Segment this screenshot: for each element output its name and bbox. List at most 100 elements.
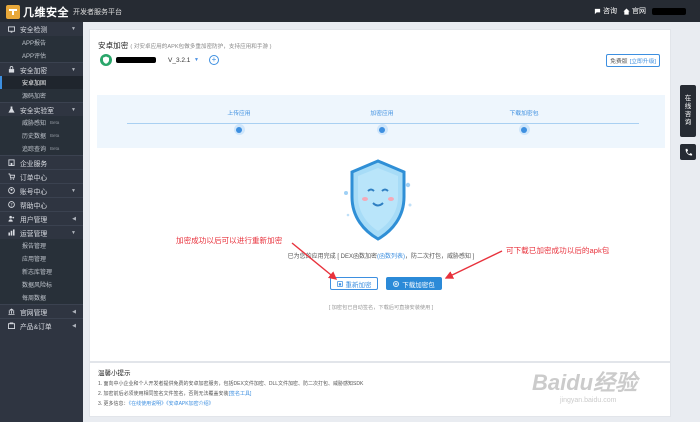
step-upload: 上传应用 bbox=[209, 108, 269, 135]
app-name-redacted bbox=[116, 57, 156, 63]
sidebar-sub-trace[interactable]: 追踪查询 Beta bbox=[0, 142, 83, 155]
chat-icon bbox=[594, 8, 601, 14]
beta-badge: Beta bbox=[50, 146, 60, 151]
sidebar-item-label: 官网管理 bbox=[20, 309, 48, 317]
sidebar-item-site-mgmt[interactable]: 官网管理 ◀ bbox=[0, 304, 83, 318]
add-app-button[interactable]: + bbox=[209, 55, 219, 65]
sidebar-item-account[interactable]: 账号中心 ▼ bbox=[0, 183, 83, 197]
sidebar-sub-history[interactable]: 历史数据 Beta bbox=[0, 129, 83, 142]
sidebar-item-label: 安全加密 bbox=[20, 67, 48, 75]
sub-label: 应用管理 bbox=[22, 257, 47, 263]
brand-logo-icon bbox=[6, 5, 20, 19]
sub-label: 威胁感知 bbox=[22, 121, 47, 127]
sidebar-sub-report-mgmt[interactable]: 报告管理 bbox=[0, 239, 83, 252]
username-redacted[interactable] bbox=[652, 7, 686, 15]
sidebar-sub-android-harden[interactable]: 安卓加固 bbox=[0, 76, 83, 89]
chevron-left-icon: ◀ bbox=[72, 216, 76, 222]
sidebar-item-label: 帮助中心 bbox=[20, 202, 48, 210]
product-icon bbox=[8, 322, 15, 329]
sidebar-item-security-lab[interactable]: 安全实验室 ▼ bbox=[0, 102, 83, 116]
annotation-right: 可下载已加密成功以后的apk包 bbox=[506, 246, 610, 255]
sign-tool-link[interactable]: [签名工具] bbox=[229, 391, 252, 397]
tips-line-2-text: 2. 加密前后必须使用相同签名文件签名，否则无法覆盖安装 bbox=[98, 391, 229, 397]
sidebar-sub-threat[interactable]: 威胁感知 Beta bbox=[0, 116, 83, 129]
step-download: 下载加密包 bbox=[494, 108, 554, 135]
shield-mascot-icon bbox=[344, 159, 412, 241]
sidebar-item-label: 账号中心 bbox=[20, 188, 48, 196]
brand[interactable]: 几维安全 开发者服务平台 bbox=[6, 4, 122, 20]
main-panel: 安卓加密( 对安卓应用的APK包做多重加密防护，支持应用和手游 ) V_3.2.… bbox=[89, 29, 671, 362]
sidebar: 安全检测 ▼ APP报告 APP评估 安全加密 ▼ 安卓加固 源码加密 安全实验… bbox=[0, 22, 83, 422]
sidebar-item-product-orders[interactable]: 产品&订单 ◀ bbox=[0, 318, 83, 332]
sub-label: 每周数据 bbox=[22, 296, 47, 302]
sub-label: 安卓加固 bbox=[22, 81, 47, 87]
sub-label: APP评估 bbox=[22, 54, 47, 60]
sub-label: 新志库管理 bbox=[22, 270, 53, 276]
app-selector[interactable] bbox=[100, 54, 156, 66]
sidebar-item-security-check[interactable]: 安全检测 ▼ bbox=[0, 22, 83, 36]
sidebar-item-ops[interactable]: 运营管理 ▼ bbox=[0, 225, 83, 239]
consult-label: 咨询 bbox=[603, 8, 617, 15]
apk-encrypt-intro-link[interactable]: 《安卓APK加密介绍》 bbox=[166, 401, 214, 407]
page-title: 安卓加密( 对安卓应用的APK包做多重加密防护，支持应用和手游 ) bbox=[98, 40, 271, 51]
sidebar-item-label: 产品&订单 bbox=[20, 323, 52, 331]
step-label: 上传应用 bbox=[227, 111, 251, 117]
sub-label: 追踪查询 bbox=[22, 147, 47, 153]
annotation-left: 加密成功以后可以进行重新加密 bbox=[176, 236, 283, 245]
sidebar-sub-app-mgmt[interactable]: 应用管理 bbox=[0, 252, 83, 265]
page-title-text: 安卓加密 bbox=[98, 41, 129, 50]
sidebar-item-help[interactable]: ? 帮助中心 bbox=[0, 197, 83, 211]
step-encrypt: 加密应用 bbox=[352, 108, 412, 135]
ops-icon bbox=[8, 229, 15, 236]
home-link[interactable]: 官网 bbox=[623, 6, 646, 16]
beta-badge: Beta bbox=[50, 133, 60, 138]
function-list-link[interactable]: (函数列表) bbox=[377, 254, 405, 260]
chevron-down-icon[interactable]: ▼ bbox=[194, 57, 199, 63]
app-shield-icon bbox=[100, 54, 112, 66]
step-dot bbox=[376, 124, 388, 135]
sidebar-item-orders[interactable]: 订单中心 bbox=[0, 169, 83, 183]
sidebar-sub-log-mgmt[interactable]: 新志库管理 bbox=[0, 265, 83, 278]
tips-line-3-text: 3. 更多信息： bbox=[98, 401, 129, 407]
top-bar: 几维安全 开发者服务平台 咨询 官网 bbox=[0, 0, 700, 22]
phone-icon bbox=[685, 148, 692, 156]
upgrade-link[interactable]: [立即升级] bbox=[630, 56, 656, 65]
enterprise-icon bbox=[8, 159, 15, 166]
chevron-left-icon: ◀ bbox=[72, 323, 76, 329]
chevron-down-icon: ▼ bbox=[71, 67, 76, 73]
lab-icon bbox=[8, 106, 15, 113]
sidebar-item-label: 订单中心 bbox=[20, 174, 48, 182]
users-icon bbox=[8, 215, 15, 222]
online-guide-link[interactable]: 《在线使用说明》 bbox=[129, 401, 167, 407]
edition-badge[interactable]: 免费版 [立即升级] bbox=[606, 54, 660, 67]
watermark: Baidu经验 jingyan.baidu.com bbox=[532, 365, 692, 413]
sidebar-sub-risk[interactable]: 数据风险标 bbox=[0, 278, 83, 291]
sub-label: 源码加密 bbox=[22, 94, 47, 100]
sidebar-item-security-encrypt[interactable]: 安全加密 ▼ bbox=[0, 62, 83, 76]
beta-badge: Beta bbox=[50, 120, 60, 125]
sidebar-sub-app-eval[interactable]: APP评估 bbox=[0, 49, 83, 62]
top-right-nav: 咨询 官网 bbox=[594, 6, 686, 16]
sidebar-item-enterprise[interactable]: 企业服务 bbox=[0, 155, 83, 169]
phone-button[interactable] bbox=[680, 144, 696, 160]
site-icon bbox=[8, 308, 15, 315]
consult-char: 询 bbox=[684, 119, 692, 126]
sub-label: 数据风险标 bbox=[22, 283, 53, 289]
reencrypt-label: 重新加密 bbox=[345, 281, 372, 289]
sidebar-item-users[interactable]: 用户管理 ◀ bbox=[0, 211, 83, 225]
monitor-icon bbox=[8, 25, 15, 33]
chevron-left-icon: ◀ bbox=[72, 309, 76, 315]
progress-steps: 上传应用 加密应用 下载加密包 bbox=[97, 95, 665, 148]
help-icon: ? bbox=[8, 201, 15, 208]
reencrypt-button[interactable]: 重新加密 bbox=[330, 277, 378, 290]
step-dot bbox=[233, 124, 245, 135]
online-consult-button[interactable]: 在 线 咨 询 bbox=[680, 85, 696, 137]
sidebar-sub-weekly[interactable]: 每周数据 bbox=[0, 291, 83, 304]
step-dot bbox=[518, 124, 530, 135]
sidebar-sub-app-report[interactable]: APP报告 bbox=[0, 36, 83, 49]
consult-link[interactable]: 咨询 bbox=[594, 6, 617, 16]
download-package-button[interactable]: 下载加密包 bbox=[386, 277, 442, 290]
page-title-hint: ( 对安卓应用的APK包做多重加密防护，支持应用和手游 ) bbox=[130, 44, 272, 50]
sidebar-sub-source-encrypt[interactable]: 源码加密 bbox=[0, 89, 83, 102]
status-suffix: ，防二次打包，威胁感知 ] bbox=[405, 254, 475, 260]
